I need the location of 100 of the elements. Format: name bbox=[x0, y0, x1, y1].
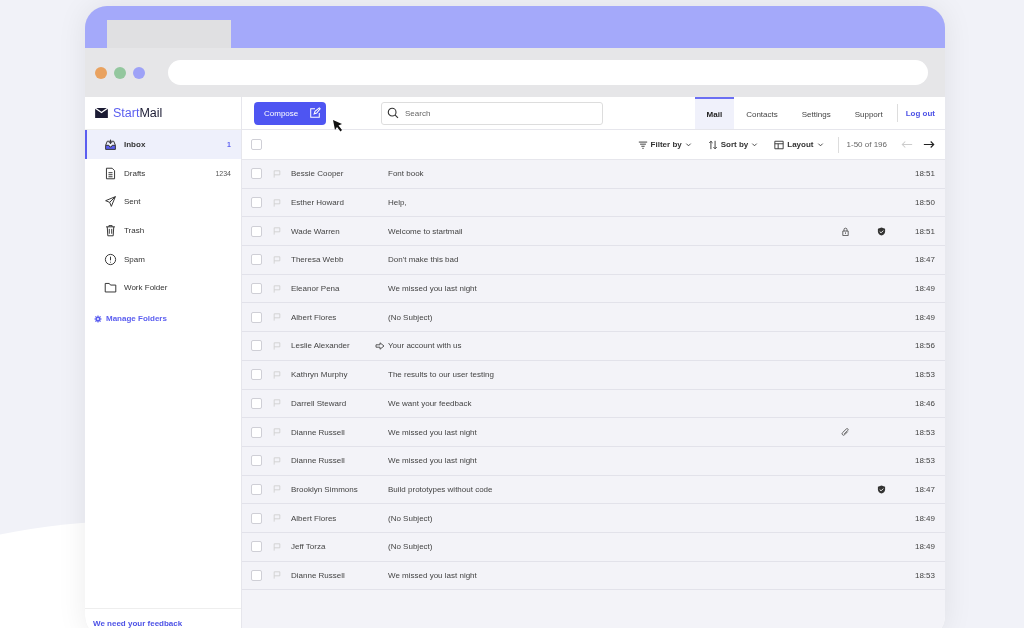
file-icon bbox=[104, 166, 117, 180]
sender-name: Albert Flores bbox=[291, 513, 338, 523]
flag-icon[interactable] bbox=[273, 341, 281, 350]
message-time: 18:51 bbox=[913, 169, 935, 179]
message-time: 18:47 bbox=[913, 255, 935, 265]
row-checkbox[interactable] bbox=[251, 225, 262, 237]
message-row[interactable]: Brooklyn Simmons Build prototypes without code 18:47 bbox=[242, 475, 945, 505]
message-row[interactable]: Theresa Webb Don't make this bad 18:47 bbox=[242, 246, 945, 275]
row-checkbox[interactable] bbox=[251, 512, 262, 524]
maximize-dot[interactable] bbox=[114, 66, 126, 79]
message-row[interactable]: Albert Flores (No Subject) 18:49 bbox=[242, 504, 945, 533]
nav-tab[interactable]: Mail bbox=[694, 97, 735, 129]
message-row[interactable]: Dianne Russell We missed you last night 18:53 bbox=[242, 446, 945, 476]
flag-icon[interactable] bbox=[273, 227, 281, 236]
message-row[interactable]: Leslie Alexander Your account with us 18:56 bbox=[242, 332, 945, 361]
message-time: 18:49 bbox=[913, 513, 935, 523]
row-checkbox[interactable] bbox=[251, 197, 262, 209]
nav-tab[interactable]: Contacts bbox=[734, 97, 790, 129]
row-checkbox[interactable] bbox=[251, 455, 262, 467]
previous-page-icon[interactable] bbox=[901, 140, 913, 149]
close-dot[interactable] bbox=[95, 66, 107, 79]
filter-button[interactable]: Filter by bbox=[631, 139, 698, 150]
row-checkbox[interactable] bbox=[251, 311, 262, 323]
flag-icon[interactable] bbox=[273, 255, 281, 264]
message-row[interactable]: Dianne Russell We missed you last night 18:53 bbox=[242, 561, 945, 591]
address-bar[interactable] bbox=[168, 60, 928, 85]
message-row[interactable]: Esther Howard Help, 18:50 bbox=[242, 188, 945, 218]
folder-item[interactable]: Sent bbox=[85, 187, 241, 217]
row-checkbox[interactable] bbox=[251, 340, 262, 352]
flag-icon[interactable] bbox=[273, 571, 281, 580]
message-time: 18:53 bbox=[913, 456, 935, 466]
message-row[interactable]: Darrell Steward We want your feedback 18:46 bbox=[242, 389, 945, 419]
subject-text: We missed you last night bbox=[388, 456, 477, 466]
manage-folders-link[interactable]: Manage Folders bbox=[85, 302, 241, 324]
search-field[interactable]: Search bbox=[381, 101, 603, 125]
message-row[interactable]: Eleanor Pena We missed you last night 18:49 bbox=[242, 274, 945, 304]
nav-tab[interactable]: Settings bbox=[789, 97, 843, 129]
envelope-icon bbox=[95, 108, 108, 118]
subject-text: We want your feedback bbox=[388, 398, 472, 408]
message-time: 18:56 bbox=[913, 341, 935, 351]
flag-icon[interactable] bbox=[273, 428, 281, 437]
feedback-link[interactable]: We need your feedback bbox=[85, 608, 241, 628]
row-checkbox[interactable] bbox=[251, 541, 262, 553]
subject-text: (No Subject) bbox=[388, 312, 433, 322]
message-time: 18:50 bbox=[913, 198, 935, 208]
flag-icon[interactable] bbox=[273, 284, 281, 293]
message-time: 18:51 bbox=[913, 226, 935, 236]
message-row[interactable]: Dianne Russell We missed you last night 18:53 bbox=[242, 418, 945, 447]
row-checkbox[interactable] bbox=[251, 426, 262, 438]
row-checkbox[interactable] bbox=[251, 569, 262, 581]
row-checkbox[interactable] bbox=[251, 168, 262, 180]
flag-icon[interactable] bbox=[273, 399, 281, 408]
message-row[interactable]: Kathryn Murphy The results to our user testing 18:53 bbox=[242, 360, 945, 390]
message-row[interactable]: Albert Flores (No Subject) 18:49 bbox=[242, 303, 945, 333]
flag-icon[interactable] bbox=[273, 198, 281, 207]
page-range: 1-50 of 196 bbox=[846, 140, 887, 149]
sender-name: Eleanor Pena bbox=[291, 284, 341, 294]
folder-item[interactable]: Trash bbox=[85, 216, 241, 245]
flag-icon[interactable] bbox=[273, 542, 281, 551]
sender-name: Theresa Webb bbox=[291, 255, 345, 265]
message-time: 18:49 bbox=[913, 312, 935, 322]
layout-button[interactable]: Layout bbox=[768, 139, 830, 150]
folder-item[interactable]: Spam bbox=[85, 244, 241, 274]
sender-name: Dianne Russell bbox=[291, 456, 346, 466]
flag-icon[interactable] bbox=[273, 514, 281, 523]
logo-text: StartMail bbox=[113, 106, 163, 120]
subject-text: We missed you last night bbox=[388, 427, 477, 437]
sender-name: Kathryn Murphy bbox=[291, 370, 349, 380]
folder-item[interactable]: Work Folder bbox=[85, 273, 241, 303]
exclamation-icon bbox=[104, 252, 117, 266]
nav-tab[interactable]: Support bbox=[842, 97, 895, 129]
message-row[interactable]: Wade Warren Welcome to startmail 18:51 bbox=[242, 217, 945, 247]
select-all-checkbox[interactable] bbox=[251, 139, 262, 150]
next-page-icon[interactable] bbox=[923, 140, 935, 149]
row-checkbox[interactable] bbox=[251, 369, 262, 381]
row-checkbox[interactable] bbox=[251, 283, 262, 295]
sender-name: Wade Warren bbox=[291, 226, 341, 236]
sort-button[interactable]: Sort by bbox=[701, 139, 765, 150]
minimize-dot[interactable] bbox=[133, 66, 145, 79]
row-checkbox[interactable] bbox=[251, 397, 262, 409]
message-time: 18:46 bbox=[913, 398, 935, 408]
browser-tab[interactable] bbox=[107, 20, 231, 48]
flag-icon[interactable] bbox=[273, 456, 281, 465]
flag-icon[interactable] bbox=[273, 370, 281, 379]
message-row[interactable]: Jeff Torza (No Subject) 18:49 bbox=[242, 532, 945, 562]
sender-name: Bessie Cooper bbox=[291, 169, 345, 179]
row-checkbox[interactable] bbox=[251, 483, 262, 495]
mouse-cursor-icon bbox=[332, 119, 344, 133]
message-row[interactable]: Bessie Cooper Font book 18:51 bbox=[242, 160, 945, 189]
row-checkbox[interactable] bbox=[251, 254, 262, 266]
flag-icon[interactable] bbox=[273, 485, 281, 494]
flag-icon[interactable] bbox=[273, 169, 281, 178]
subject-text: The results to our user testing bbox=[388, 370, 494, 380]
sender-name: Albert Flores bbox=[291, 312, 338, 322]
logout-link[interactable]: Log out bbox=[905, 108, 935, 118]
flag-icon[interactable] bbox=[273, 313, 281, 322]
chevron-icon bbox=[816, 141, 824, 148]
sort-icon bbox=[707, 139, 718, 150]
sender-name: Brooklyn Simmons bbox=[291, 484, 359, 494]
compose-button[interactable]: Compose bbox=[254, 101, 326, 125]
